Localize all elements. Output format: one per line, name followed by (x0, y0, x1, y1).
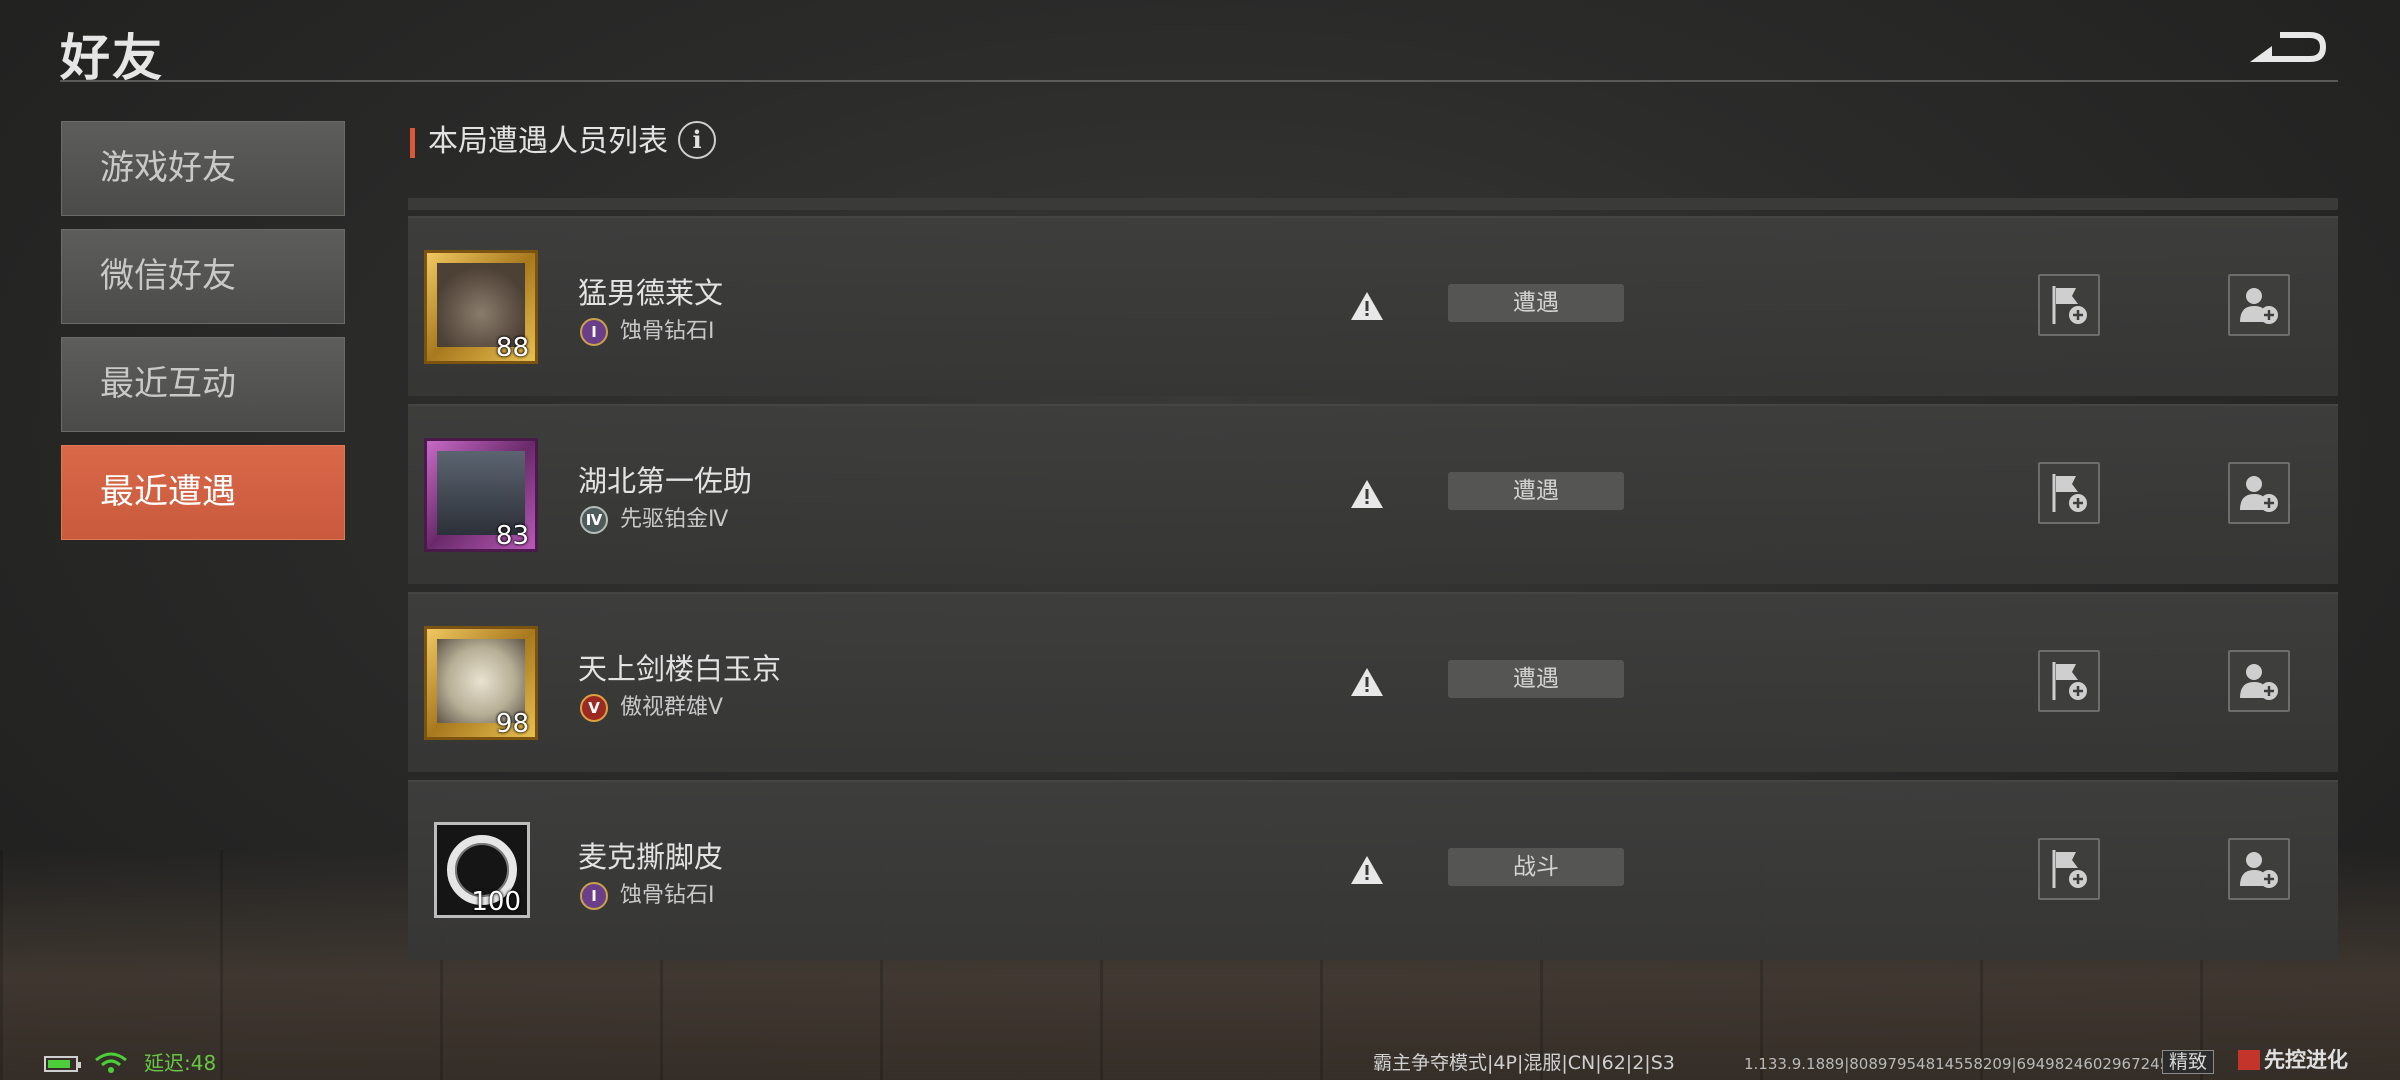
bottom-status-bar: 延迟:48 霸主争夺模式|4P|混服|CN|62|2|S3 1.133.9.18… (0, 1048, 2400, 1075)
list-item: 88 猛男德莱文 Ⅰ 蚀骨钻石Ⅰ 遭遇 (408, 216, 2338, 396)
brand-logo: 先控进化 (2238, 1048, 2348, 1072)
back-arrow-icon (2250, 32, 2326, 62)
avatar[interactable]: 100 (434, 822, 530, 918)
report-warning-icon[interactable] (1350, 854, 1384, 886)
flag-plus-icon (2052, 286, 2087, 324)
list-item: 83 湖北第一佐助 Ⅳ 先驱铂金Ⅳ 遭遇 (408, 404, 2338, 584)
avatar[interactable]: 83 (424, 438, 538, 552)
brand-logo-icon (2238, 1050, 2260, 1070)
flag-plus-icon (2052, 662, 2087, 700)
brand-text: 先控进化 (2264, 1048, 2348, 1072)
player-level: 88 (495, 333, 529, 363)
player-level: 98 (495, 709, 529, 739)
info-icon[interactable]: i (678, 121, 716, 159)
add-user-icon (2240, 852, 2278, 888)
rank-text: 傲视群雄Ⅴ (620, 695, 724, 720)
section-accent-bar (410, 128, 415, 158)
rank-diamond-icon: Ⅰ (580, 882, 608, 910)
add-user-icon (2240, 476, 2278, 512)
flag-plus-icon (2052, 850, 2087, 888)
avatar[interactable]: 88 (424, 250, 538, 364)
invite-team-button[interactable] (2038, 462, 2100, 524)
game-mode-text: 霸主争夺模式|4P|混服|CN|62|2|S3 (1373, 1052, 1675, 1074)
rank-hero-icon: Ⅴ (580, 694, 608, 722)
rank-diamond-icon: Ⅰ (580, 318, 608, 346)
tab-label: 最近互动 (100, 364, 236, 404)
title-divider (60, 80, 2338, 82)
avatar[interactable]: 98 (424, 626, 538, 740)
player-name: 天上剑楼白玉京 (578, 652, 782, 686)
quality-badge: 精致 (2162, 1050, 2215, 1074)
rank-text: 蚀骨钻石Ⅰ (620, 319, 715, 344)
version-text: 1.133.9.1889|8089795481455820​9|69498246… (1744, 1055, 2179, 1073)
add-friend-button[interactable] (2228, 462, 2290, 524)
tab-recent-interactions[interactable]: 最近互动 (61, 337, 345, 432)
report-warning-icon[interactable] (1350, 666, 1384, 698)
tab-label: 游戏好友 (100, 148, 236, 188)
add-user-icon (2240, 288, 2278, 324)
list-item: 100 麦克撕脚皮 Ⅰ 蚀骨钻石Ⅰ 战斗 (408, 780, 2338, 960)
encounter-status: 遭遇 (1448, 660, 1624, 698)
add-friend-button[interactable] (2228, 650, 2290, 712)
encounter-status: 遭遇 (1448, 284, 1624, 322)
rank-platinum-icon: Ⅳ (580, 506, 608, 534)
invite-team-button[interactable] (2038, 838, 2100, 900)
section-title: 本局遭遇人员列表 (428, 124, 668, 159)
encounter-status: 遭遇 (1448, 472, 1624, 510)
wifi-icon (95, 1052, 127, 1073)
player-name: 湖北第一佐助 (578, 464, 753, 498)
rank-text: 先驱铂金Ⅳ (620, 507, 729, 532)
tab-label: 最近遭遇 (100, 472, 236, 512)
add-user-icon (2240, 664, 2278, 700)
encounter-status: 战斗 (1448, 848, 1624, 886)
latency-text: 延迟:48 (144, 1051, 217, 1075)
add-friend-button[interactable] (2228, 274, 2290, 336)
add-friend-button[interactable] (2228, 838, 2290, 900)
invite-team-button[interactable] (2038, 650, 2100, 712)
player-level: 100 (471, 887, 521, 917)
back-button[interactable] (2246, 26, 2330, 72)
report-warning-icon[interactable] (1350, 290, 1384, 322)
tab-label: 微信好友 (100, 256, 236, 296)
tab-game-friends[interactable]: 游戏好友 (61, 121, 345, 216)
list-top-strip (408, 198, 2338, 210)
player-name: 麦克撕脚皮 (578, 840, 724, 874)
tab-recent-encounters[interactable]: 最近遭遇 (61, 445, 345, 540)
flag-plus-icon (2052, 474, 2087, 512)
battery-icon (44, 1056, 81, 1072)
rank-text: 蚀骨钻石Ⅰ (620, 883, 715, 908)
invite-team-button[interactable] (2038, 274, 2100, 336)
list-item: 98 天上剑楼白玉京 Ⅴ 傲视群雄Ⅴ 遭遇 (408, 592, 2338, 772)
player-level: 83 (495, 521, 529, 551)
player-name: 猛男德莱文 (578, 276, 724, 310)
report-warning-icon[interactable] (1350, 478, 1384, 510)
tab-wechat-friends[interactable]: 微信好友 (61, 229, 345, 324)
